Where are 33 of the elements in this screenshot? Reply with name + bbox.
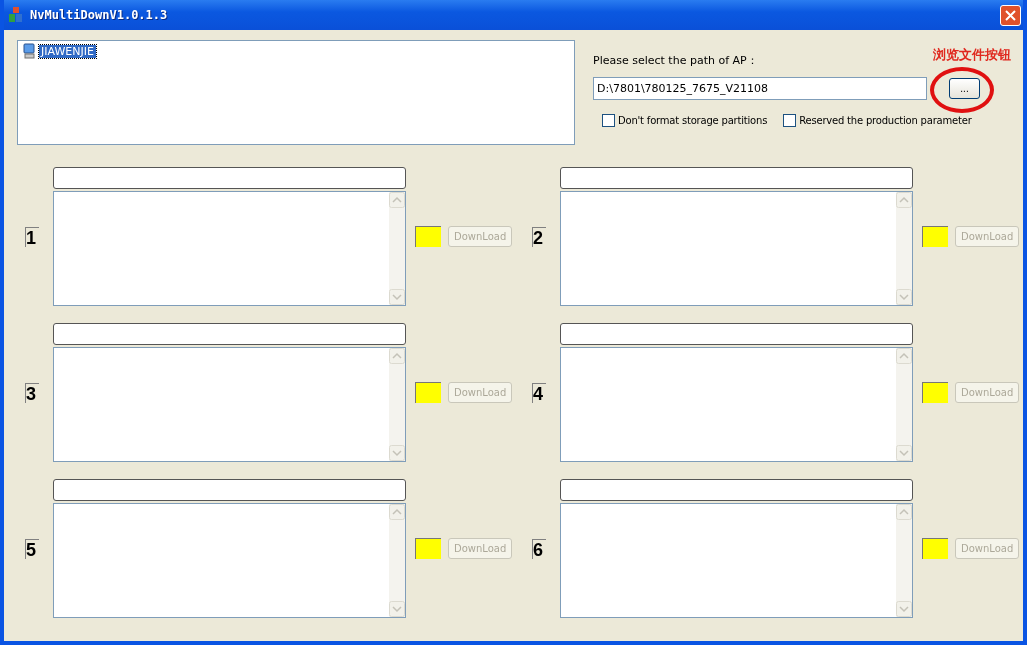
slot-number: 3 (25, 382, 39, 403)
scrollbar[interactable] (895, 348, 912, 461)
slot-number: 1 (25, 226, 39, 247)
checkbox[interactable] (783, 114, 797, 127)
name-field[interactable] (559, 479, 913, 501)
app-icon (8, 7, 24, 23)
slot-number: 2 (532, 226, 546, 247)
name-field[interactable] (52, 323, 406, 345)
slot-number: 5 (25, 538, 39, 559)
scrollbar[interactable] (388, 192, 405, 305)
slot-number: 6 (532, 538, 546, 559)
scrollbar[interactable] (388, 348, 405, 461)
name-field[interactable] (559, 323, 913, 345)
path-label: Please select the path of AP： (593, 53, 758, 68)
checkbox[interactable] (602, 114, 615, 127)
close-button[interactable] (1000, 4, 1021, 26)
annotation-text: 浏览文件按钮 (933, 46, 1011, 64)
name-field[interactable] (52, 479, 406, 501)
close-icon (1005, 9, 1016, 21)
annotation-circle (930, 67, 994, 113)
slot-number: 4 (532, 382, 546, 403)
window-title: NvMultiDownV1.0.1.3 (30, 8, 169, 22)
checkbox-label: Reserved the production parameter (799, 115, 972, 126)
checkbox-label: Don't format storage partitions (618, 115, 768, 126)
scrollbar[interactable] (895, 504, 912, 617)
computer-icon (23, 43, 36, 59)
device-item[interactable]: JIAWENJIE (39, 44, 96, 58)
path-field[interactable]: D:\7801\780125_7675_V21108 (593, 77, 927, 100)
browse-button[interactable]: ... (949, 78, 980, 99)
name-field[interactable] (559, 167, 913, 189)
name-field[interactable] (52, 167, 406, 189)
scrollbar[interactable] (388, 504, 405, 617)
scrollbar[interactable] (895, 192, 912, 305)
